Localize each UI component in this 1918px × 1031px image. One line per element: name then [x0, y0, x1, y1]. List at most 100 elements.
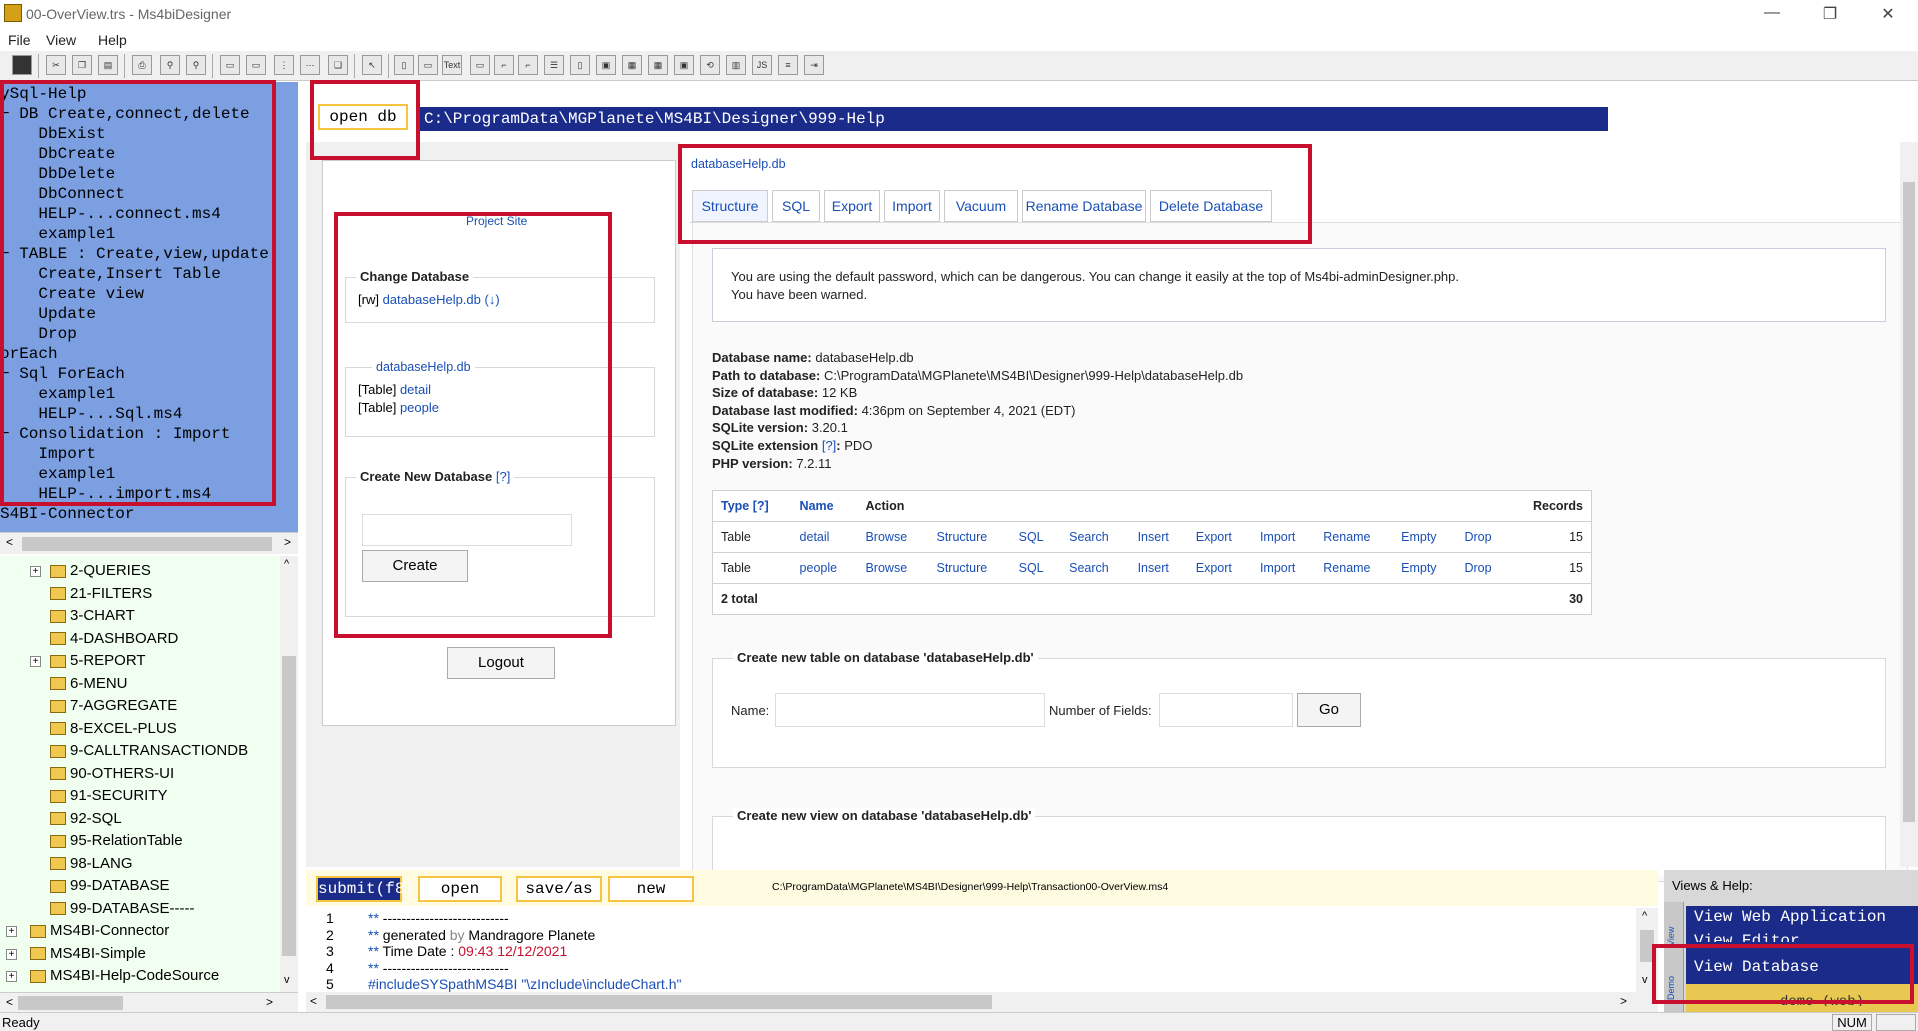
scrollbar-thumb[interactable] — [326, 995, 992, 1009]
action-link[interactable]: SQL — [1011, 522, 1061, 553]
action-link[interactable]: Rename — [1315, 553, 1393, 584]
link-icon[interactable]: ⌐ — [494, 55, 514, 75]
table2-icon[interactable]: ▦ — [648, 55, 668, 75]
maximize-button[interactable]: ❐ — [1810, 4, 1850, 26]
folder-item[interactable]: 95-RelationTable — [50, 832, 183, 849]
expand-icon[interactable]: + — [6, 948, 17, 960]
scroll-left-icon[interactable]: < — [310, 994, 317, 1008]
folder-item[interactable]: 6-MENU — [50, 675, 128, 692]
type-help-link[interactable]: [?] — [753, 499, 769, 513]
action-link[interactable]: Import — [1252, 522, 1315, 553]
print-icon[interactable]: ⎙ — [132, 55, 152, 75]
code-line[interactable]: ** --------------------------- — [368, 910, 509, 926]
pin-icon[interactable]: ⚲ — [160, 55, 180, 75]
action-link[interactable]: Structure — [928, 553, 1010, 584]
view-editor[interactable]: View Editor — [1694, 932, 1800, 942]
col-type[interactable]: Type — [721, 499, 749, 513]
frame2-icon[interactable]: ▭ — [246, 55, 266, 75]
web-vertical-scrollbar[interactable] — [1900, 142, 1918, 867]
action-link[interactable]: Drop — [1456, 553, 1509, 584]
action-link[interactable]: Empty — [1393, 522, 1456, 553]
scroll-down-icon[interactable]: v — [284, 974, 290, 986]
scrollbar-thumb[interactable] — [1903, 182, 1915, 822]
exit-icon[interactable]: ⇥ — [804, 55, 824, 75]
menu-view[interactable]: View — [46, 32, 76, 48]
folder-item[interactable]: 2-QUERIES — [50, 562, 151, 579]
scrollbar-thumb[interactable] — [18, 996, 123, 1010]
expand-icon[interactable]: + — [6, 926, 17, 937]
row-name-link[interactable]: people — [792, 553, 858, 584]
folder-item[interactable]: 21-FILTERS — [50, 585, 152, 602]
action-link[interactable]: Import — [1252, 553, 1315, 584]
button-icon[interactable]: ▭ — [470, 55, 490, 75]
php-icon[interactable]: JS — [752, 55, 772, 75]
scroll-up-icon[interactable]: ^ — [1642, 910, 1647, 922]
folder-tree[interactable]: +2-QUERIES 21-FILTERS 3-CHART 4-DASHBOARD +5… — [0, 556, 298, 992]
chart-box-icon[interactable]: ▣ — [674, 55, 694, 75]
logout-button[interactable]: Logout — [447, 647, 555, 679]
row-name-link[interactable]: detail — [792, 522, 858, 553]
folder-item[interactable]: 3-CHART — [50, 607, 135, 624]
tree-horizontal-scrollbar[interactable]: < > — [0, 532, 298, 554]
scroll-right-icon[interactable]: > — [1620, 994, 1627, 1008]
root-folder-item[interactable]: MS4BI-Connector — [30, 922, 169, 939]
action-link[interactable]: Rename — [1315, 522, 1393, 553]
scroll-left-icon[interactable]: < — [6, 995, 13, 1009]
table-icon[interactable]: ▦ — [622, 55, 642, 75]
action-link[interactable]: Export — [1188, 553, 1252, 584]
menu-help[interactable]: Help — [98, 32, 127, 48]
code-line[interactable]: #includeSYSpathMS4BI "\zInclude\includeC… — [368, 976, 681, 992]
code-editor[interactable]: 1 ** --------------------------- 2 ** gener… — [306, 908, 1636, 992]
folder-item[interactable]: 8-EXCEL-PLUS — [50, 720, 177, 737]
folder-item[interactable]: 98-LANG — [50, 855, 133, 872]
fields-count-input[interactable] — [1159, 693, 1293, 727]
action-link[interactable]: Browse — [857, 553, 928, 584]
folder-item[interactable]: 90-OTHERS-UI — [50, 765, 174, 782]
pointer-icon[interactable]: ↖ — [362, 55, 382, 75]
cut-icon[interactable]: ✂ — [46, 55, 66, 75]
listbox-icon[interactable]: ☰ — [544, 55, 564, 75]
action-link[interactable]: Empty — [1393, 553, 1456, 584]
folder-horizontal-scrollbar[interactable]: < > — [0, 992, 298, 1012]
text-icon[interactable]: Text — [442, 55, 462, 75]
table-name-input[interactable] — [775, 693, 1045, 727]
copy-icon[interactable]: ❐ — [72, 55, 92, 75]
layers-icon[interactable]: ❏ — [328, 55, 348, 75]
save-icon[interactable] — [12, 55, 32, 75]
scrollbar-thumb[interactable] — [22, 537, 272, 551]
code-line[interactable]: ** --------------------------- — [368, 960, 509, 976]
minimize-button[interactable]: — — [1752, 4, 1792, 26]
scroll-right-icon[interactable]: > — [284, 535, 291, 549]
action-link[interactable]: Insert — [1130, 553, 1188, 584]
action-link[interactable]: Structure — [928, 522, 1010, 553]
grid2-icon[interactable]: ⋯ — [300, 55, 320, 75]
folder-item[interactable]: 99-DATABASE — [50, 877, 169, 894]
root-folder-item[interactable]: MS4BI-Simple — [30, 945, 146, 962]
tree-item[interactable]: S4BI-Connector — [0, 504, 134, 524]
action-link[interactable]: Insert — [1130, 522, 1188, 553]
chart-icon[interactable]: ▥ — [726, 55, 746, 75]
folder-item[interactable]: 7-AGGREGATE — [50, 697, 177, 714]
folder-item[interactable]: 92-SQL — [50, 810, 122, 827]
folder-vertical-scrollbar[interactable]: ^ v — [280, 556, 298, 992]
frame-icon[interactable]: ▭ — [220, 55, 240, 75]
paste-icon[interactable]: ▤ — [98, 55, 118, 75]
menu-file[interactable]: File — [8, 32, 31, 48]
action-link[interactable]: Search — [1061, 553, 1129, 584]
action-link[interactable]: SQL — [1011, 553, 1061, 584]
info-help-link[interactable]: [?] — [822, 438, 836, 453]
scrollbar-thumb[interactable] — [282, 656, 296, 956]
code-line[interactable]: ** generated by Mandragore Planete — [368, 927, 595, 943]
folder-item[interactable]: 91-SECURITY — [50, 787, 168, 804]
col-name[interactable]: Name — [792, 491, 858, 522]
new-button[interactable]: new — [608, 876, 694, 902]
folder-item[interactable]: 99-DATABASE----- — [50, 900, 194, 917]
scroll-left-icon[interactable]: < — [6, 535, 13, 549]
root-folder-item[interactable]: MS4BI-Help-CodeSource — [30, 967, 219, 984]
folder-item[interactable]: 5-REPORT — [50, 652, 146, 669]
close-button[interactable]: ✕ — [1868, 4, 1908, 26]
grid-icon[interactable]: ⋮ — [274, 55, 294, 75]
go-button[interactable]: Go — [1297, 693, 1361, 727]
pin2-icon[interactable]: ⚲ — [186, 55, 206, 75]
expand-icon[interactable]: + — [30, 566, 41, 577]
